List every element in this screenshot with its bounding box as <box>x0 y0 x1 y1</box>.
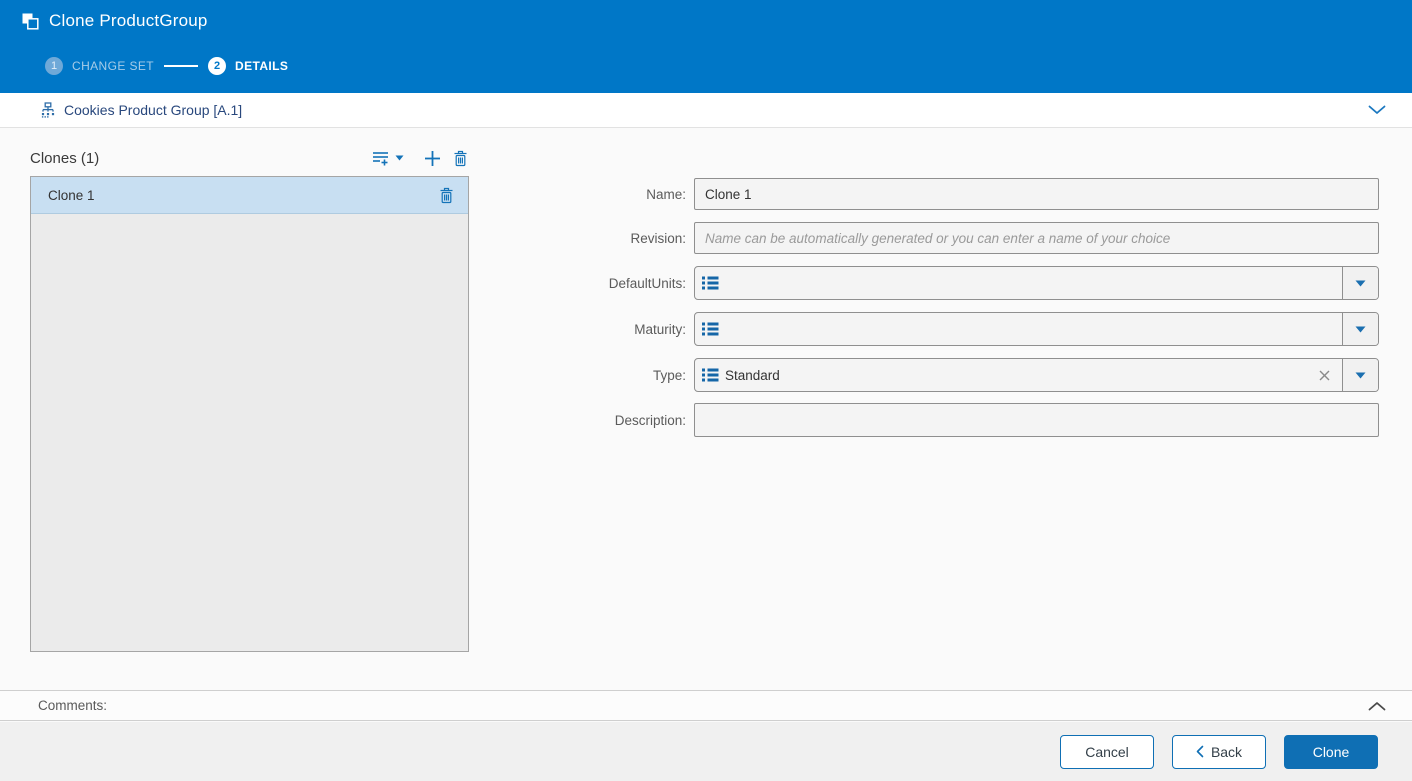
source-item-label: Cookies Product Group [A.1] <box>64 102 243 118</box>
clone-productgroup-dialog: Clone ProductGroup 1 CHANGE SET 2 DETAIL… <box>0 0 1412 781</box>
form-row-type: Type: Standard <box>450 358 1379 392</box>
add-multiple-button[interactable] <box>371 150 390 167</box>
collapse-comments-button[interactable] <box>1366 699 1388 713</box>
add-multiple-icon <box>372 151 389 166</box>
form-row-description: Description: <box>450 403 1379 437</box>
clones-toolbar <box>371 149 469 168</box>
list-icon <box>702 276 719 290</box>
form-row-revision: Revision: <box>450 222 1379 254</box>
clones-panel-header: Clones (1) <box>30 146 469 170</box>
type-clear-button[interactable] <box>1316 367 1333 384</box>
dropdown-caret-icon <box>395 155 404 161</box>
dialog-footer: Cancel Back Clone <box>0 722 1412 781</box>
type-select[interactable]: Standard <box>694 358 1379 392</box>
dialog-title-row: Clone ProductGroup <box>21 11 208 31</box>
dialog-header: Clone ProductGroup 1 CHANGE SET 2 DETAIL… <box>0 0 1412 93</box>
maturity-dropdown-button[interactable] <box>1342 313 1378 345</box>
type-value: Standard <box>725 367 780 383</box>
revision-input[interactable] <box>694 222 1379 254</box>
add-icon <box>424 150 441 167</box>
product-group-icon <box>40 101 56 119</box>
step-change-set[interactable]: 1 CHANGE SET <box>45 57 154 75</box>
add-multiple-caret-button[interactable] <box>394 154 405 162</box>
description-label: Description: <box>614 412 686 428</box>
name-label: Name: <box>646 186 686 202</box>
form-row-name: Name: <box>450 178 1379 210</box>
clear-x-icon <box>1318 369 1331 382</box>
maturity-select[interactable] <box>694 312 1379 346</box>
dropdown-arrow-icon <box>1355 326 1366 333</box>
cancel-button[interactable]: Cancel <box>1060 734 1154 769</box>
dropdown-arrow-icon <box>1355 280 1366 287</box>
source-item-bar: Cookies Product Group [A.1] <box>0 93 1412 128</box>
clone-list-item[interactable]: Clone 1 <box>31 177 468 214</box>
type-dropdown-button[interactable] <box>1342 359 1378 391</box>
form-row-maturity: Maturity: <box>450 312 1379 346</box>
dropdown-arrow-icon <box>1355 372 1366 379</box>
step-change-set-number: 1 <box>45 57 63 75</box>
clones-panel-title: Clones (1) <box>30 149 100 167</box>
wizard-stepper: 1 CHANGE SET 2 DETAILS <box>45 57 288 75</box>
add-clone-button[interactable] <box>423 149 442 168</box>
default-units-select[interactable] <box>694 266 1379 300</box>
default-units-label: DefaultUnits: <box>608 275 686 291</box>
dialog-title: Clone ProductGroup <box>49 11 208 30</box>
clone-button[interactable]: Clone <box>1284 734 1378 769</box>
step-details-label: DETAILS <box>235 59 289 73</box>
collapse-source-button[interactable] <box>1366 103 1388 117</box>
chevron-left-icon <box>1196 745 1204 758</box>
name-input[interactable] <box>694 178 1379 210</box>
revision-label: Revision: <box>630 230 686 246</box>
details-form: Name: Revision: DefaultUnits: <box>450 178 1379 449</box>
list-icon <box>702 368 719 382</box>
clones-list: Clone 1 <box>30 176 469 652</box>
default-units-dropdown-button[interactable] <box>1342 267 1378 299</box>
clone-item-name: Clone 1 <box>48 187 95 203</box>
chevron-up-icon <box>1368 701 1386 711</box>
maturity-label: Maturity: <box>634 321 686 337</box>
delete-clones-button[interactable] <box>452 149 469 168</box>
delete-icon <box>453 150 468 167</box>
back-button-label: Back <box>1210 743 1243 760</box>
description-input[interactable] <box>694 403 1379 437</box>
step-change-set-label: CHANGE SET <box>72 59 155 73</box>
cancel-button-label: Cancel <box>1085 743 1129 760</box>
step-connector <box>164 65 199 67</box>
clone-icon <box>21 12 40 31</box>
list-icon <box>702 322 719 336</box>
clone-button-label: Clone <box>1312 743 1350 760</box>
source-item: Cookies Product Group [A.1] <box>40 101 1366 119</box>
back-button[interactable]: Back <box>1172 734 1266 769</box>
type-label: Type: <box>652 367 686 383</box>
form-row-default-units: DefaultUnits: <box>450 266 1379 300</box>
comments-label: Comments: <box>38 698 108 713</box>
step-details[interactable]: 2 DETAILS <box>208 57 288 75</box>
clones-panel: Clones (1) Clone 1 <box>30 146 469 652</box>
comments-bar: Comments: <box>0 690 1412 721</box>
chevron-down-icon <box>1368 105 1386 115</box>
step-details-number: 2 <box>208 57 227 75</box>
